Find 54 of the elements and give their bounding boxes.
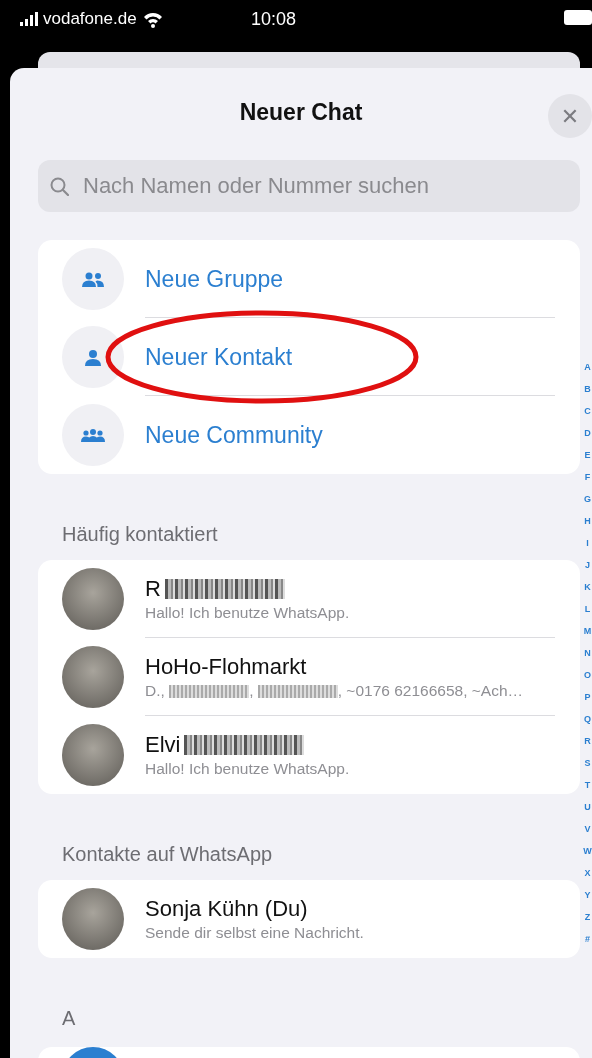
- index-letter[interactable]: D: [584, 422, 591, 444]
- index-letter[interactable]: Q: [584, 708, 591, 730]
- index-letter[interactable]: N: [584, 642, 591, 664]
- contact-status: ,: [249, 682, 255, 700]
- carrier-name: vodafone.de: [43, 9, 137, 29]
- index-letter[interactable]: #: [585, 928, 590, 950]
- index-letter[interactable]: Z: [584, 906, 591, 928]
- index-letter[interactable]: I: [586, 532, 589, 554]
- three-people-icon: [81, 426, 105, 444]
- index-letter[interactable]: Y: [584, 884, 591, 906]
- index-letter[interactable]: G: [584, 488, 591, 510]
- contact-status: Hallo! Ich benutze WhatsApp.: [145, 604, 350, 622]
- index-letter[interactable]: S: [584, 752, 591, 774]
- contact-name: Sonja Kühn (Du): [145, 896, 308, 922]
- clock-time: 10:08: [251, 9, 297, 30]
- index-letter[interactable]: A: [584, 356, 591, 378]
- index-letter[interactable]: R: [584, 730, 591, 752]
- index-letter[interactable]: X: [584, 862, 591, 884]
- contact-status: Sende dir selbst eine Nachricht.: [145, 924, 364, 942]
- close-button[interactable]: ✕: [548, 94, 592, 138]
- action-link[interactable]: Neue Community: [145, 421, 323, 449]
- index-letter[interactable]: E: [584, 444, 591, 466]
- wifi-icon: [142, 10, 163, 28]
- index-letter[interactable]: O: [584, 664, 591, 686]
- signal-icon: [20, 12, 38, 26]
- index-letter[interactable]: F: [584, 466, 591, 488]
- contact-name: Elvi: [145, 732, 181, 758]
- search-field[interactable]: Nach Namen oder Nummer suchen: [38, 160, 580, 212]
- index-letter[interactable]: B: [584, 378, 591, 400]
- index-letter[interactable]: M: [583, 620, 592, 642]
- contact-status: , ~0176 62166658, ~Ach…: [337, 682, 524, 700]
- action-link[interactable]: Neuer Kontakt: [145, 343, 293, 371]
- sheet-title: Neuer Chat: [239, 98, 363, 126]
- index-letter[interactable]: H: [584, 510, 591, 532]
- battery-icon: [564, 10, 592, 25]
- action-link[interactable]: Neue Gruppe: [145, 265, 284, 293]
- section-header: Häufig kontaktiert: [62, 522, 218, 547]
- index-letter[interactable]: L: [584, 598, 591, 620]
- index-letter[interactable]: P: [584, 686, 591, 708]
- index-letter[interactable]: J: [585, 554, 590, 576]
- contact-name: R: [145, 576, 161, 602]
- index-letter[interactable]: T: [584, 774, 591, 796]
- section-header: Kontakte auf WhatsApp: [62, 842, 273, 867]
- index-letter[interactable]: C: [584, 400, 591, 422]
- section-header: A: [62, 1006, 76, 1031]
- contact-status: D.,: [145, 682, 166, 700]
- index-letter[interactable]: U: [584, 796, 591, 818]
- index-letter[interactable]: K: [584, 576, 591, 598]
- index-letter[interactable]: W: [583, 840, 592, 862]
- two-people-icon: [81, 270, 105, 288]
- index-letter[interactable]: V: [584, 818, 591, 840]
- search-icon: [50, 177, 69, 196]
- contact-name: HoHo-Flohmarkt: [145, 654, 307, 680]
- contact-status: Hallo! Ich benutze WhatsApp.: [145, 760, 350, 778]
